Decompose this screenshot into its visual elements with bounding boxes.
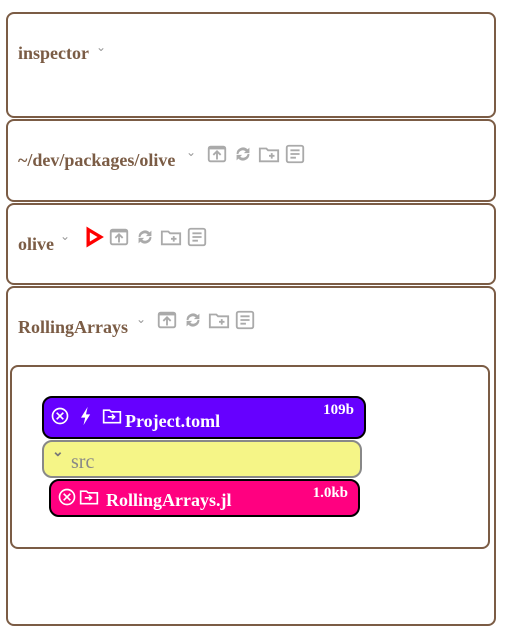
panel-title: RollingArrays bbox=[18, 317, 128, 337]
sync-icon[interactable] bbox=[182, 309, 204, 331]
move-to-folder-icon[interactable] bbox=[102, 406, 122, 426]
list-icon[interactable] bbox=[234, 309, 256, 331]
new-folder-icon[interactable] bbox=[208, 309, 230, 331]
project-dir-panel: ~/dev/packages/olive ⌄ bbox=[6, 119, 496, 202]
new-folder-icon[interactable] bbox=[258, 143, 280, 165]
file-size: 1.0kb bbox=[312, 485, 348, 501]
chevron-down-icon[interactable]: ⌄ bbox=[52, 444, 64, 461]
directory-src[interactable]: ⌄ src bbox=[42, 440, 362, 478]
file-project-toml[interactable]: Project.toml 109b bbox=[42, 396, 366, 439]
list-icon[interactable] bbox=[186, 226, 208, 248]
chevron-down-icon[interactable]: ⌄ bbox=[96, 40, 106, 55]
file-name: Project.toml bbox=[125, 411, 221, 431]
chevron-down-icon[interactable]: ⌄ bbox=[186, 145, 196, 160]
list-icon[interactable] bbox=[284, 143, 306, 165]
upload-icon[interactable] bbox=[108, 226, 130, 248]
sync-icon[interactable] bbox=[232, 143, 254, 165]
sync-icon[interactable] bbox=[134, 226, 156, 248]
file-size: 109b bbox=[323, 402, 354, 418]
panel-title: olive bbox=[18, 234, 54, 254]
close-icon[interactable] bbox=[57, 487, 77, 507]
file-rollingarrays-jl[interactable]: RollingArrays.jl 1.0kb bbox=[49, 479, 360, 517]
bolt-icon[interactable] bbox=[76, 406, 96, 426]
upload-icon[interactable] bbox=[156, 309, 178, 331]
run-icon[interactable] bbox=[84, 226, 104, 248]
file-name: RollingArrays.jl bbox=[106, 490, 232, 510]
olive-panel: olive ⌄ bbox=[6, 203, 496, 285]
new-folder-icon[interactable] bbox=[160, 226, 182, 248]
chevron-down-icon[interactable]: ⌄ bbox=[60, 229, 70, 244]
panel-title: ~/dev/packages/olive bbox=[18, 150, 176, 170]
upload-icon[interactable] bbox=[206, 143, 228, 165]
directory-name: src bbox=[71, 451, 95, 473]
close-icon[interactable] bbox=[50, 406, 70, 426]
move-to-folder-icon[interactable] bbox=[79, 487, 99, 507]
chevron-down-icon[interactable]: ⌄ bbox=[136, 312, 146, 327]
panel-title: inspector bbox=[18, 43, 89, 63]
inspector-panel: inspector ⌄ bbox=[6, 12, 496, 118]
